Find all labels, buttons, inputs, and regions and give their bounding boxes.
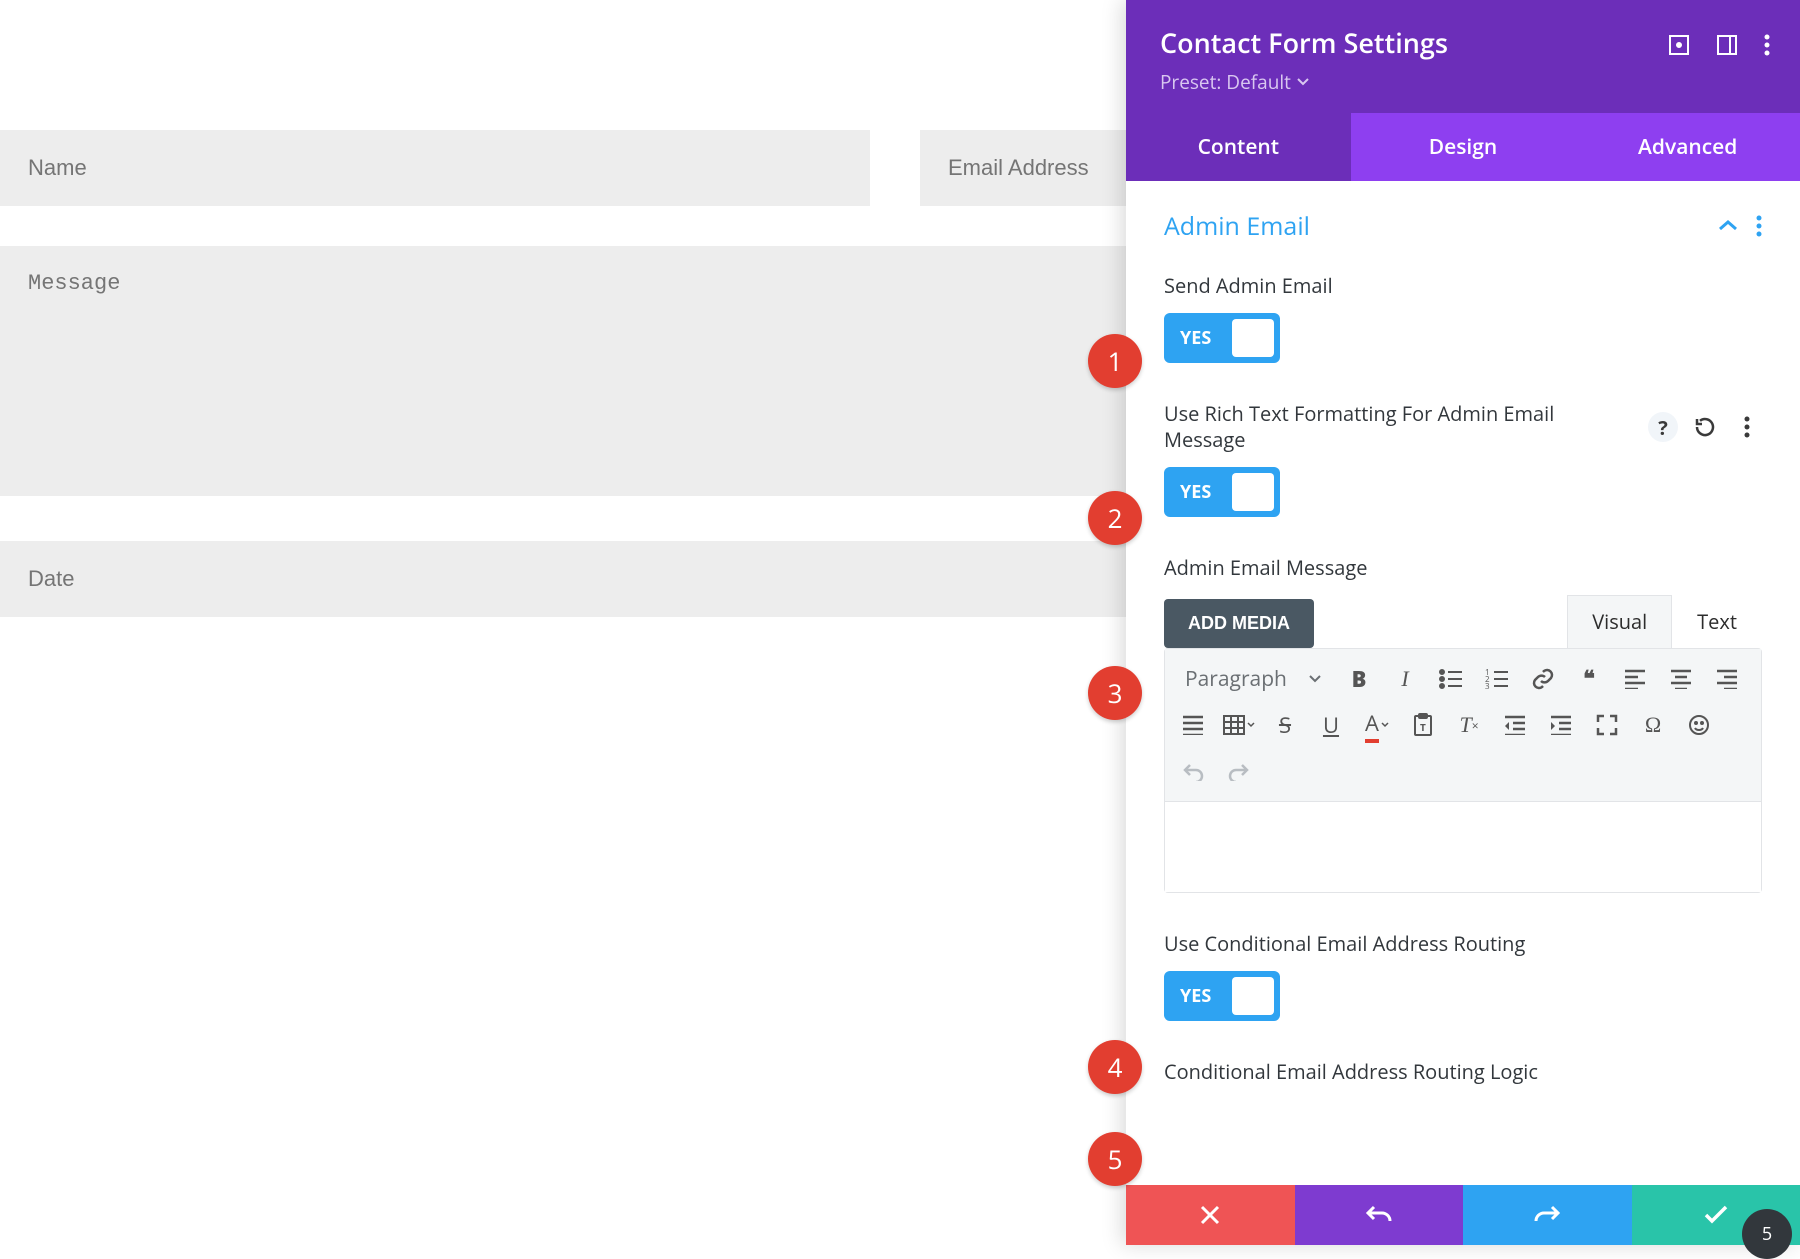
link-icon[interactable]: [1523, 659, 1563, 699]
align-justify-icon[interactable]: [1173, 705, 1213, 745]
tab-design[interactable]: Design: [1351, 113, 1576, 181]
toggle-state: YES: [1164, 326, 1211, 350]
emoji-icon[interactable]: [1679, 705, 1719, 745]
name-input[interactable]: [0, 130, 870, 206]
cancel-button[interactable]: [1126, 1185, 1295, 1245]
setting-admin-message: Admin Email Message ADD MEDIA Visual Tex…: [1164, 555, 1762, 893]
undo-icon: [1365, 1203, 1393, 1227]
editor-tab-text[interactable]: Text: [1672, 595, 1762, 648]
setting-rich-text: Use Rich Text Formatting For Admin Email…: [1164, 401, 1762, 517]
preset-select[interactable]: Preset: Default: [1160, 69, 1309, 95]
undo-button[interactable]: [1295, 1185, 1464, 1245]
undo-editor-icon[interactable]: [1173, 751, 1213, 791]
align-center-icon[interactable]: [1661, 659, 1701, 699]
redo-icon: [1533, 1203, 1561, 1227]
panel-body[interactable]: Admin Email Send Admin Email YES Use Ric…: [1126, 181, 1800, 1185]
setting-routing-logic: Conditional Email Address Routing Logic: [1164, 1059, 1762, 1085]
more-icon[interactable]: [1764, 34, 1770, 56]
tab-content[interactable]: Content: [1126, 113, 1351, 181]
clear-format-icon[interactable]: T×: [1449, 705, 1489, 745]
message-input[interactable]: [0, 246, 1130, 496]
setting-label: Conditional Email Address Routing Logic: [1164, 1059, 1762, 1085]
fullscreen-editor-icon[interactable]: [1587, 705, 1627, 745]
date-input[interactable]: [0, 541, 1130, 617]
collapse-icon[interactable]: [1718, 219, 1738, 233]
setting-label: Use Conditional Email Address Routing: [1164, 931, 1762, 957]
editor-toolbar: Paragraph B I 123 ❝: [1165, 649, 1761, 802]
redo-button[interactable]: [1463, 1185, 1632, 1245]
callout-badge: 2: [1088, 491, 1142, 545]
form-preview: [0, 0, 1130, 657]
indent-icon[interactable]: [1541, 705, 1581, 745]
corner-badge[interactable]: 5: [1742, 1209, 1792, 1259]
svg-text:T: T: [1420, 720, 1426, 734]
toggle-knob: [1232, 319, 1274, 357]
toggle-state: YES: [1164, 984, 1211, 1008]
setting-send-admin-email: Send Admin Email YES: [1164, 273, 1762, 363]
preset-label: Preset: Default: [1160, 69, 1291, 95]
format-select[interactable]: Paragraph: [1173, 659, 1333, 699]
text-color-icon[interactable]: A: [1357, 705, 1397, 745]
callout-badge: 3: [1088, 666, 1142, 720]
email-input[interactable]: [920, 130, 1130, 206]
bold-icon[interactable]: B: [1339, 659, 1379, 699]
panel-header: Contact Form Settings Preset: Default: [1126, 0, 1800, 113]
blockquote-icon[interactable]: ❝: [1569, 659, 1609, 699]
setting-conditional-routing: Use Conditional Email Address Routing YE…: [1164, 931, 1762, 1021]
special-char-icon[interactable]: Ω: [1633, 705, 1673, 745]
italic-icon[interactable]: I: [1385, 659, 1425, 699]
align-right-icon[interactable]: [1707, 659, 1747, 699]
align-left-icon[interactable]: [1615, 659, 1655, 699]
callout-badge: 4: [1088, 1040, 1142, 1094]
toggle-rich-text[interactable]: YES: [1164, 467, 1280, 517]
reset-icon[interactable]: [1690, 412, 1720, 442]
check-icon: [1703, 1205, 1729, 1225]
chevron-down-icon: [1247, 722, 1255, 728]
chevron-down-icon: [1309, 675, 1321, 683]
toggle-send-admin[interactable]: YES: [1164, 313, 1280, 363]
settings-panel: Contact Form Settings Preset: Default Co…: [1126, 0, 1800, 1245]
chevron-down-icon: [1297, 78, 1309, 86]
setting-label: Use Rich Text Formatting For Admin Email…: [1164, 401, 1648, 453]
fullscreen-icon[interactable]: [1668, 34, 1690, 56]
svg-text:3: 3: [1485, 681, 1490, 690]
strikethrough-icon[interactable]: S: [1265, 705, 1305, 745]
redo-editor-icon[interactable]: [1219, 751, 1259, 791]
option-more-icon[interactable]: [1732, 412, 1762, 442]
rich-editor: Paragraph B I 123 ❝: [1164, 648, 1762, 893]
numbered-list-icon[interactable]: 123: [1477, 659, 1517, 699]
editor-tab-visual[interactable]: Visual: [1567, 595, 1672, 648]
section-more-icon[interactable]: [1756, 215, 1762, 237]
paste-text-icon[interactable]: T: [1403, 705, 1443, 745]
bulleted-list-icon[interactable]: [1431, 659, 1471, 699]
add-media-button[interactable]: ADD MEDIA: [1164, 599, 1314, 648]
setting-label: Admin Email Message: [1164, 555, 1762, 581]
help-icon[interactable]: ?: [1648, 412, 1678, 442]
toggle-conditional[interactable]: YES: [1164, 971, 1280, 1021]
section-title[interactable]: Admin Email: [1164, 209, 1310, 243]
close-icon: [1199, 1204, 1221, 1226]
dock-icon[interactable]: [1716, 34, 1738, 56]
footer-actions: [1126, 1185, 1800, 1245]
tab-bar: Content Design Advanced: [1126, 113, 1800, 181]
setting-label: Send Admin Email: [1164, 273, 1762, 299]
chevron-down-icon: [1381, 722, 1389, 728]
editor-textarea[interactable]: [1165, 802, 1761, 892]
tab-advanced[interactable]: Advanced: [1575, 113, 1800, 181]
underline-icon[interactable]: U: [1311, 705, 1351, 745]
callout-badge: 1: [1088, 334, 1142, 388]
format-select-label: Paragraph: [1185, 665, 1287, 693]
callout-badge: 5: [1088, 1132, 1142, 1186]
outdent-icon[interactable]: [1495, 705, 1535, 745]
table-icon[interactable]: [1219, 705, 1259, 745]
toggle-knob: [1232, 473, 1274, 511]
toggle-knob: [1232, 977, 1274, 1015]
toggle-state: YES: [1164, 480, 1211, 504]
